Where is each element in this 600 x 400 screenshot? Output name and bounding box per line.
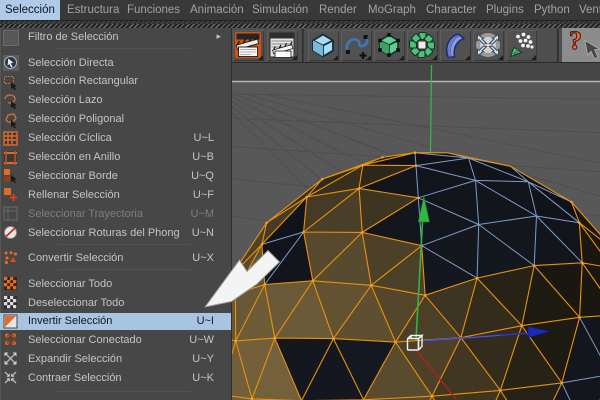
svg-text:?: ?	[569, 28, 582, 55]
